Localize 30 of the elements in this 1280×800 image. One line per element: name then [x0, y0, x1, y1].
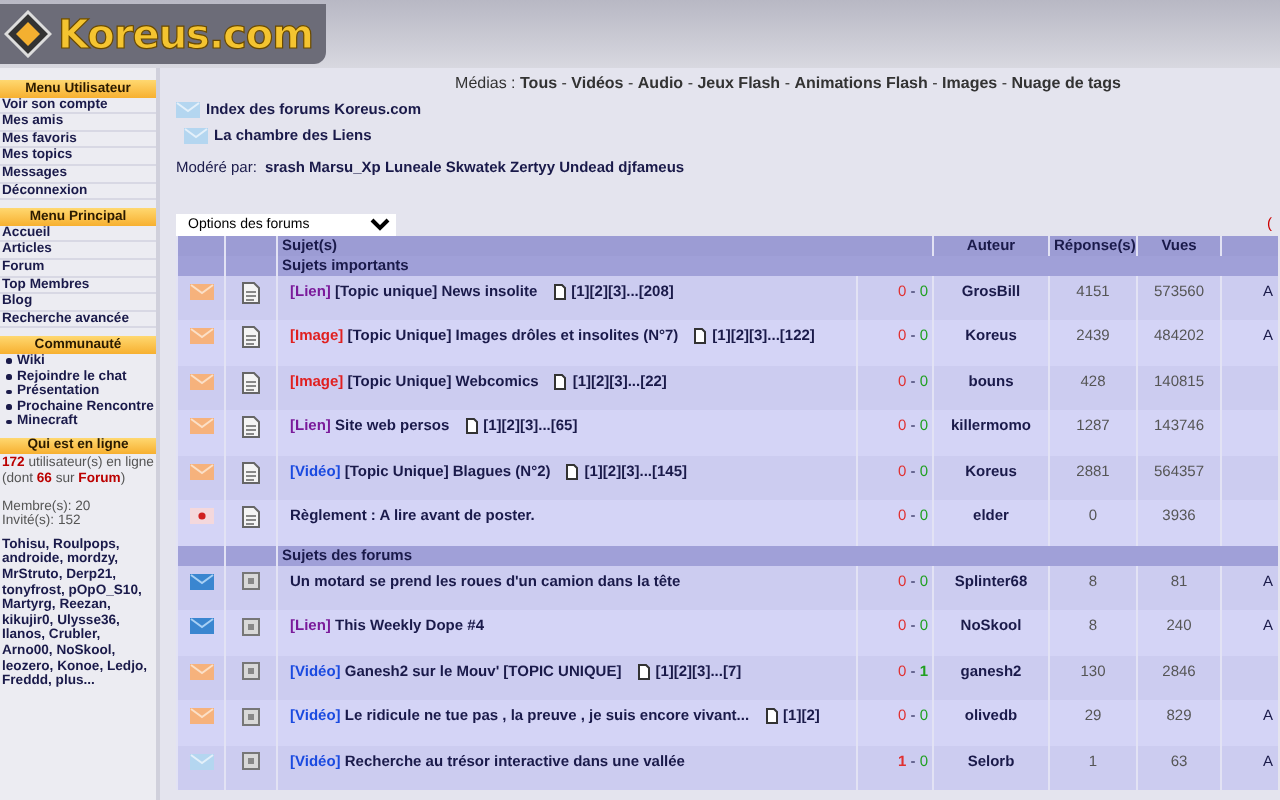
link-separator: - [932, 74, 938, 92]
link-separator: - [784, 74, 790, 92]
link-separator: - [1001, 74, 1008, 92]
logo-text: Koreus.com [58, 8, 313, 60]
envelope-icon [176, 102, 200, 119]
envelope-icon [184, 128, 208, 145]
media-link[interactable]: Images [942, 74, 998, 92]
media-link[interactable]: Vidéos [571, 74, 624, 92]
bullet-icon [6, 358, 11, 364]
bullet-icon [6, 374, 11, 380]
bullet-icon [6, 389, 11, 395]
link-separator: - [561, 74, 567, 92]
page-icon [765, 708, 778, 725]
page-icon [694, 328, 707, 345]
page-icon [637, 663, 650, 680]
diamond-logo-icon [4, 10, 52, 58]
media-link[interactable]: Tous [520, 74, 558, 92]
page-icon [465, 418, 478, 435]
page-icon [566, 463, 579, 480]
media-link[interactable]: Nuage de tags [1011, 74, 1121, 92]
media-link[interactable]: Jeux Flash [697, 74, 781, 92]
page-icon [554, 373, 567, 390]
bullet-icon [6, 419, 11, 425]
page-icon [553, 283, 566, 300]
media-label: Médias : [455, 74, 516, 92]
bullet-icon [6, 404, 11, 410]
media-link[interactable]: Audio [637, 74, 684, 92]
link-separator: - [628, 74, 634, 92]
media-link[interactable]: Animations Flash [794, 74, 928, 92]
link-separator: - [687, 74, 693, 92]
